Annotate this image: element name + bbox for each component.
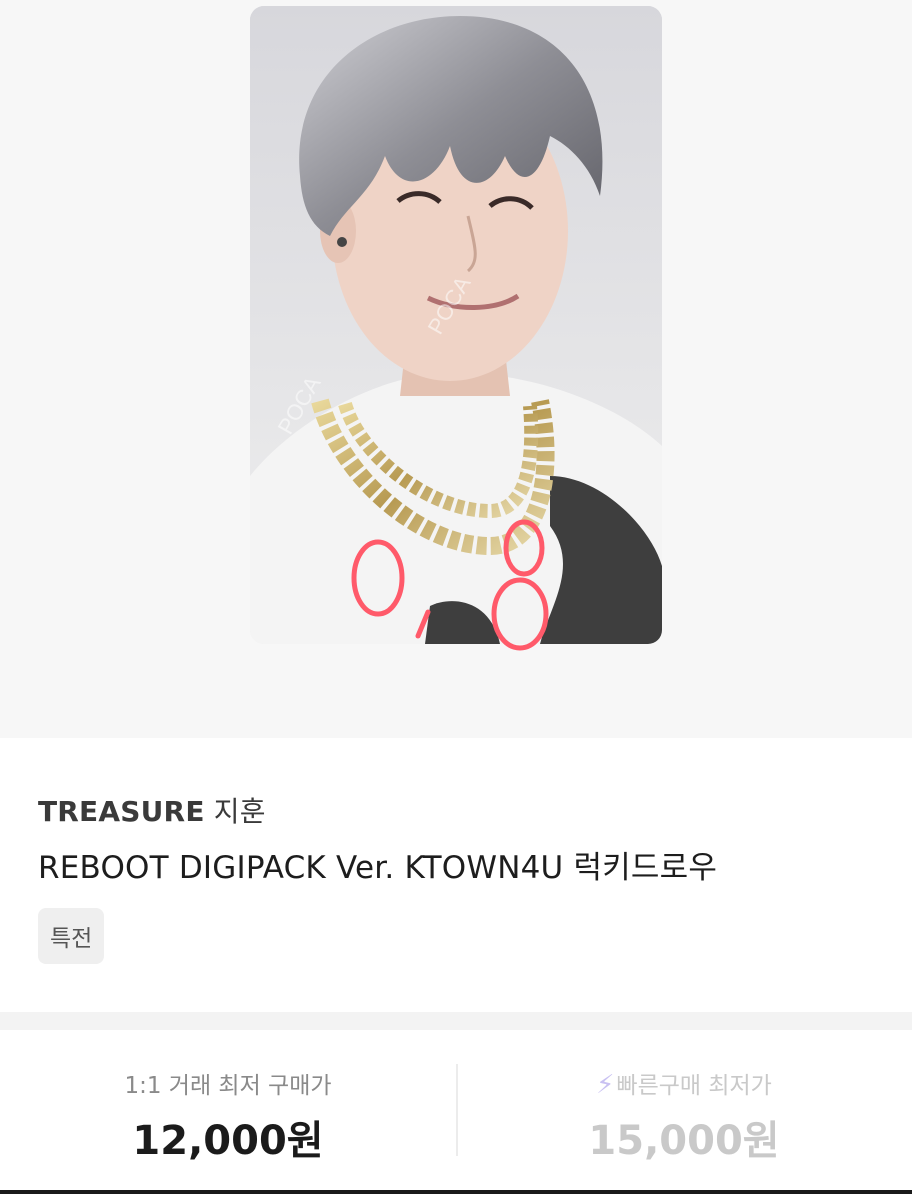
group-name[interactable]: TREASURE [38, 795, 205, 828]
fast-purchase-price-label: 빠른구매 최저가 [616, 1073, 772, 1099]
active-indicator [0, 1190, 912, 1194]
category-tag-label: 특전 [50, 926, 93, 952]
photocard-illustration: POCA POCA [250, 6, 662, 644]
product-title: REBOOT DIGIPACK Ver. KTOWN4U 럭키드로우 [38, 850, 718, 886]
artist-line: TREASURE 지훈 [38, 790, 266, 830]
bottom-tab-indicator [0, 1190, 912, 1200]
price-divider [456, 1064, 458, 1156]
one-to-one-price[interactable]: 1:1 거래 최저 구매가 12,000원 [0, 1030, 456, 1200]
fast-purchase-price[interactable]: ⚡빠른구매 최저가 15,000원 [456, 1030, 912, 1200]
photocard-image[interactable]: POCA POCA [250, 6, 662, 644]
lightning-icon: ⚡ [596, 1070, 615, 1100]
fast-purchase-price-amount: 15,000원 [588, 1118, 780, 1164]
member-name[interactable]: 지훈 [214, 795, 266, 828]
product-image-area: POCA POCA [0, 0, 912, 738]
category-tag[interactable]: 특전 [38, 908, 105, 964]
one-to-one-price-label: 1:1 거래 최저 구매가 [124, 1073, 332, 1099]
one-to-one-price-amount: 12,000원 [132, 1118, 324, 1164]
section-separator [0, 1012, 912, 1030]
